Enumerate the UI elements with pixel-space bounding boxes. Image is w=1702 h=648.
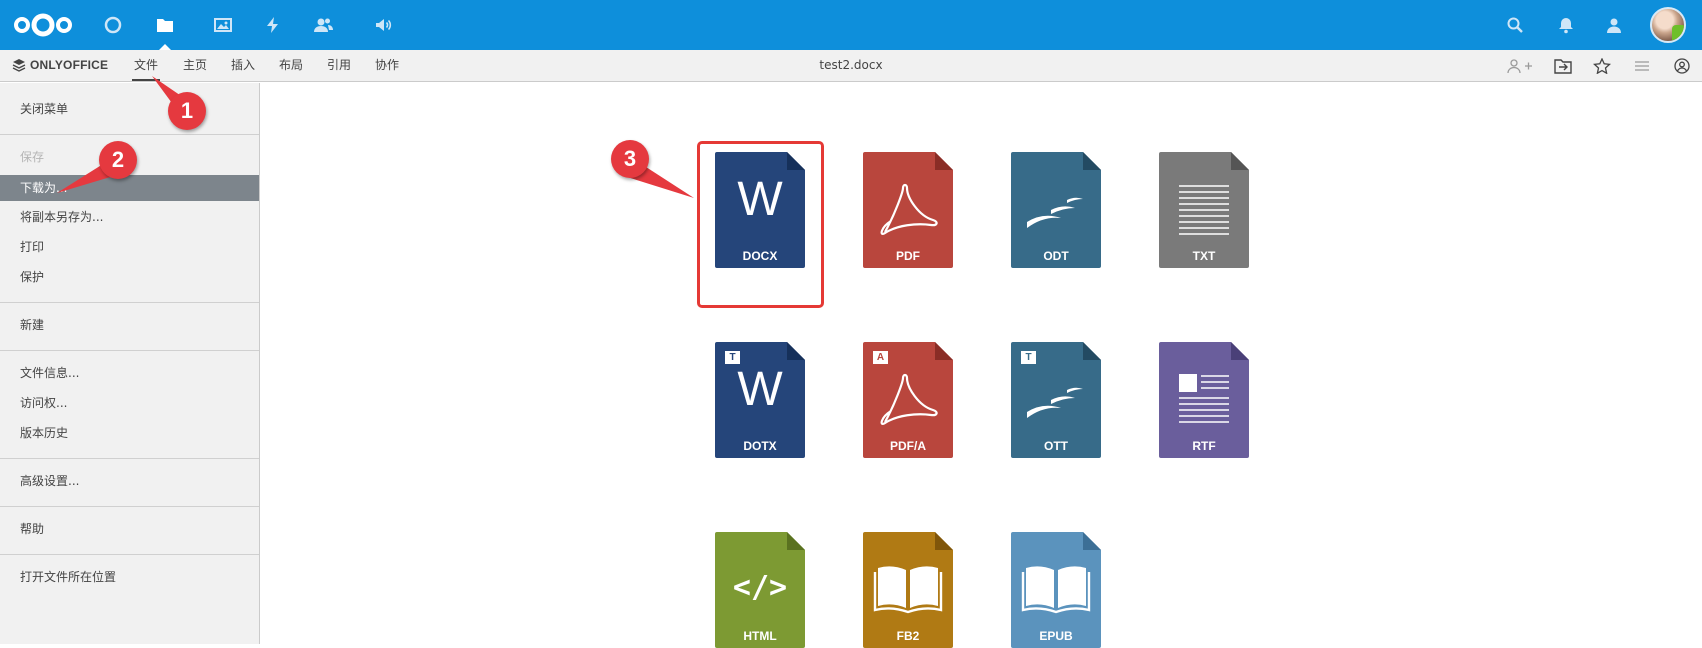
menu-divider	[0, 302, 259, 303]
brand-name: ONLYOFFICE	[30, 58, 109, 72]
nextcloud-header	[0, 0, 1702, 51]
format-label: TXT	[1192, 249, 1216, 263]
photos-icon[interactable]	[208, 11, 238, 39]
dashboard-icon[interactable]	[98, 11, 128, 39]
code-brackets-icon: </>	[732, 570, 788, 605]
format-dotx[interactable]: T W DOTX	[715, 342, 805, 458]
files-icon[interactable]	[150, 11, 180, 39]
tab-layout[interactable]: 布局	[277, 56, 305, 76]
callout-step-1: 1	[168, 92, 206, 130]
contacts-menu-icon[interactable]	[1601, 12, 1627, 38]
format-label: RTF	[1192, 439, 1216, 453]
menu-item-new[interactable]: 新建	[0, 312, 259, 338]
word-w-icon: W	[737, 363, 783, 416]
onlyoffice-logo: ONLYOFFICE	[12, 58, 108, 72]
word-w-icon: W	[737, 173, 783, 226]
hamburger-icon[interactable]	[1632, 57, 1652, 75]
menu-divider	[0, 458, 259, 459]
gulls-icon	[1027, 197, 1083, 228]
gulls-icon	[1027, 387, 1083, 418]
tab-home[interactable]: 主页	[181, 56, 209, 76]
format-pdf[interactable]: PDF	[863, 152, 953, 268]
tab-references[interactable]: 引用	[325, 56, 353, 76]
format-label: PDF/A	[890, 439, 926, 453]
acrobat-icon	[880, 373, 938, 425]
format-rtf[interactable]: RTF	[1159, 342, 1249, 458]
format-label: DOTX	[743, 439, 777, 453]
format-pdfa[interactable]: A PDF/A	[863, 342, 953, 458]
bell-icon[interactable]	[1553, 12, 1579, 38]
template-badge: T	[1021, 351, 1036, 364]
format-label: DOCX	[742, 249, 778, 263]
contacts-icon[interactable]	[308, 11, 338, 39]
talk-icon[interactable]	[368, 11, 398, 39]
callout-step-3: 3	[611, 140, 649, 178]
format-label: ODT	[1043, 249, 1069, 263]
format-label: PDF	[896, 249, 920, 263]
menu-divider	[0, 134, 259, 135]
share-user-icon[interactable]	[1506, 57, 1534, 75]
format-label: FB2	[896, 629, 920, 643]
user-icon[interactable]	[1672, 57, 1692, 75]
onlyoffice-layers-icon	[12, 59, 26, 72]
menu-divider	[0, 350, 259, 351]
editor-toolbar: ONLYOFFICE 文件 主页 插入 布局 引用 协作 test2.docx	[0, 50, 1702, 82]
tab-insert[interactable]: 插入	[229, 56, 257, 76]
format-txt[interactable]: TXT	[1159, 152, 1249, 268]
menu-item-save-copy-as[interactable]: 将副本另存为...	[0, 204, 259, 230]
tab-collaboration[interactable]: 协作	[373, 56, 401, 76]
format-epub[interactable]: EPUB	[1011, 532, 1101, 648]
format-odt[interactable]: ODT	[1011, 152, 1101, 268]
menu-item-version-history[interactable]: 版本历史	[0, 420, 259, 446]
format-label: HTML	[743, 629, 777, 643]
format-ott[interactable]: T OTT	[1011, 342, 1101, 458]
menu-divider	[0, 554, 259, 555]
menu-item-protect[interactable]: 保护	[0, 264, 259, 290]
menu-item-advanced-settings[interactable]: 高级设置...	[0, 468, 259, 494]
format-fb2[interactable]: FB2	[863, 532, 953, 648]
format-label: EPUB	[1039, 629, 1073, 643]
menu-item-download-as[interactable]: 下载为...	[0, 175, 259, 201]
acrobat-icon	[880, 183, 938, 235]
menu-item-print[interactable]: 打印	[0, 234, 259, 260]
format-docx[interactable]: W DOCX	[715, 152, 805, 268]
avatar[interactable]	[1650, 7, 1686, 43]
favorite-star-icon[interactable]	[1592, 57, 1612, 75]
open-location-icon[interactable]	[1553, 57, 1573, 75]
format-label: OTT	[1044, 439, 1068, 453]
search-icon[interactable]	[1502, 12, 1528, 38]
activity-icon[interactable]	[258, 11, 288, 39]
archive-badge: A	[873, 351, 888, 364]
callout-step-2: 2	[99, 141, 137, 179]
format-html[interactable]: </> HTML	[715, 532, 805, 648]
document-title: test2.docx	[819, 58, 883, 72]
menu-item-open-file-location[interactable]: 打开文件所在位置	[0, 564, 259, 590]
menu-item-file-info[interactable]: 文件信息...	[0, 360, 259, 386]
menu-item-access-rights[interactable]: 访问权...	[0, 390, 259, 416]
menu-divider	[0, 506, 259, 507]
menu-item-close-menu[interactable]: 关闭菜单	[0, 96, 259, 122]
nextcloud-logo-icon[interactable]	[12, 11, 74, 39]
menu-item-help[interactable]: 帮助	[0, 516, 259, 542]
